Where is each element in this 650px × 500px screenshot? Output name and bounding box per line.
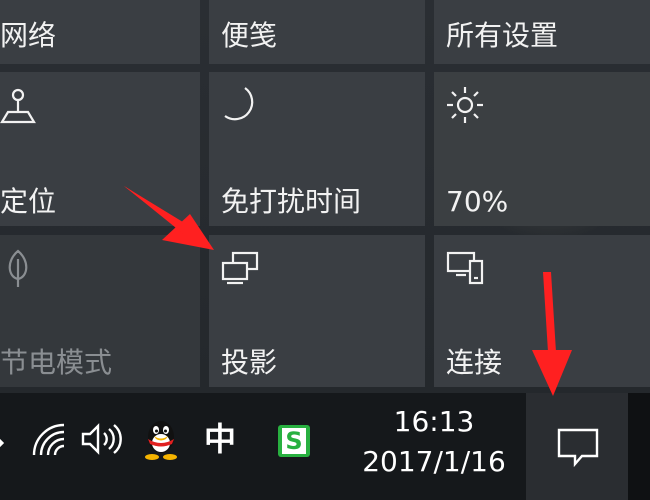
tile-label: 便笺 xyxy=(221,19,278,52)
volume-icon[interactable] xyxy=(80,421,124,457)
brightness-icon xyxy=(442,84,488,126)
location-icon xyxy=(0,84,40,126)
tile-label: 连接 xyxy=(446,346,503,379)
action-center-panel: 网络 便笺 所有设置 定位 免打扰时间 70% 节电模式 投影 连接 xyxy=(0,0,650,393)
connect-icon xyxy=(442,247,488,289)
tile-label: 网络 xyxy=(0,19,57,52)
notification-icon xyxy=(557,428,599,467)
tile-battery-saver[interactable]: 节电模式 xyxy=(0,235,200,387)
taskbar: 中 S 16:13 2017/1/16 xyxy=(0,393,650,500)
tile-location[interactable]: 定位 xyxy=(0,72,200,226)
wifi-icon[interactable] xyxy=(30,421,66,457)
qq-icon[interactable] xyxy=(142,417,180,461)
leaf-icon xyxy=(0,247,42,289)
tile-label: 投影 xyxy=(221,346,278,379)
taskbar-edge xyxy=(628,393,650,500)
ime-indicator[interactable]: 中 xyxy=(204,423,236,455)
tile-label: 定位 xyxy=(0,185,57,218)
tile-label: 免打扰时间 xyxy=(221,185,362,218)
tile-label: 所有设置 xyxy=(446,19,559,52)
project-icon xyxy=(217,247,263,289)
moon-icon xyxy=(217,84,263,126)
sogou-icon[interactable]: S xyxy=(278,425,310,457)
tile-network[interactable]: 网络 xyxy=(0,0,200,64)
clock-date: 2017/1/16 xyxy=(362,445,506,478)
tile-note[interactable]: 便笺 xyxy=(209,0,425,64)
tile-connect[interactable]: 连接 xyxy=(434,235,650,387)
clock-time: 16:13 xyxy=(393,405,475,438)
tile-brightness[interactable]: 70% xyxy=(434,72,650,226)
tile-project[interactable]: 投影 xyxy=(209,235,425,387)
chevron-up-icon[interactable] xyxy=(0,423,10,459)
tile-quiet-hours[interactable]: 免打扰时间 xyxy=(209,72,425,226)
action-center-button[interactable] xyxy=(526,393,628,500)
tile-label: 70% xyxy=(446,185,509,218)
tile-label: 节电模式 xyxy=(0,346,113,379)
tile-all-settings[interactable]: 所有设置 xyxy=(434,0,650,64)
taskbar-clock[interactable]: 16:13 2017/1/16 xyxy=(344,403,524,483)
sogou-icon-letter: S xyxy=(282,428,306,454)
